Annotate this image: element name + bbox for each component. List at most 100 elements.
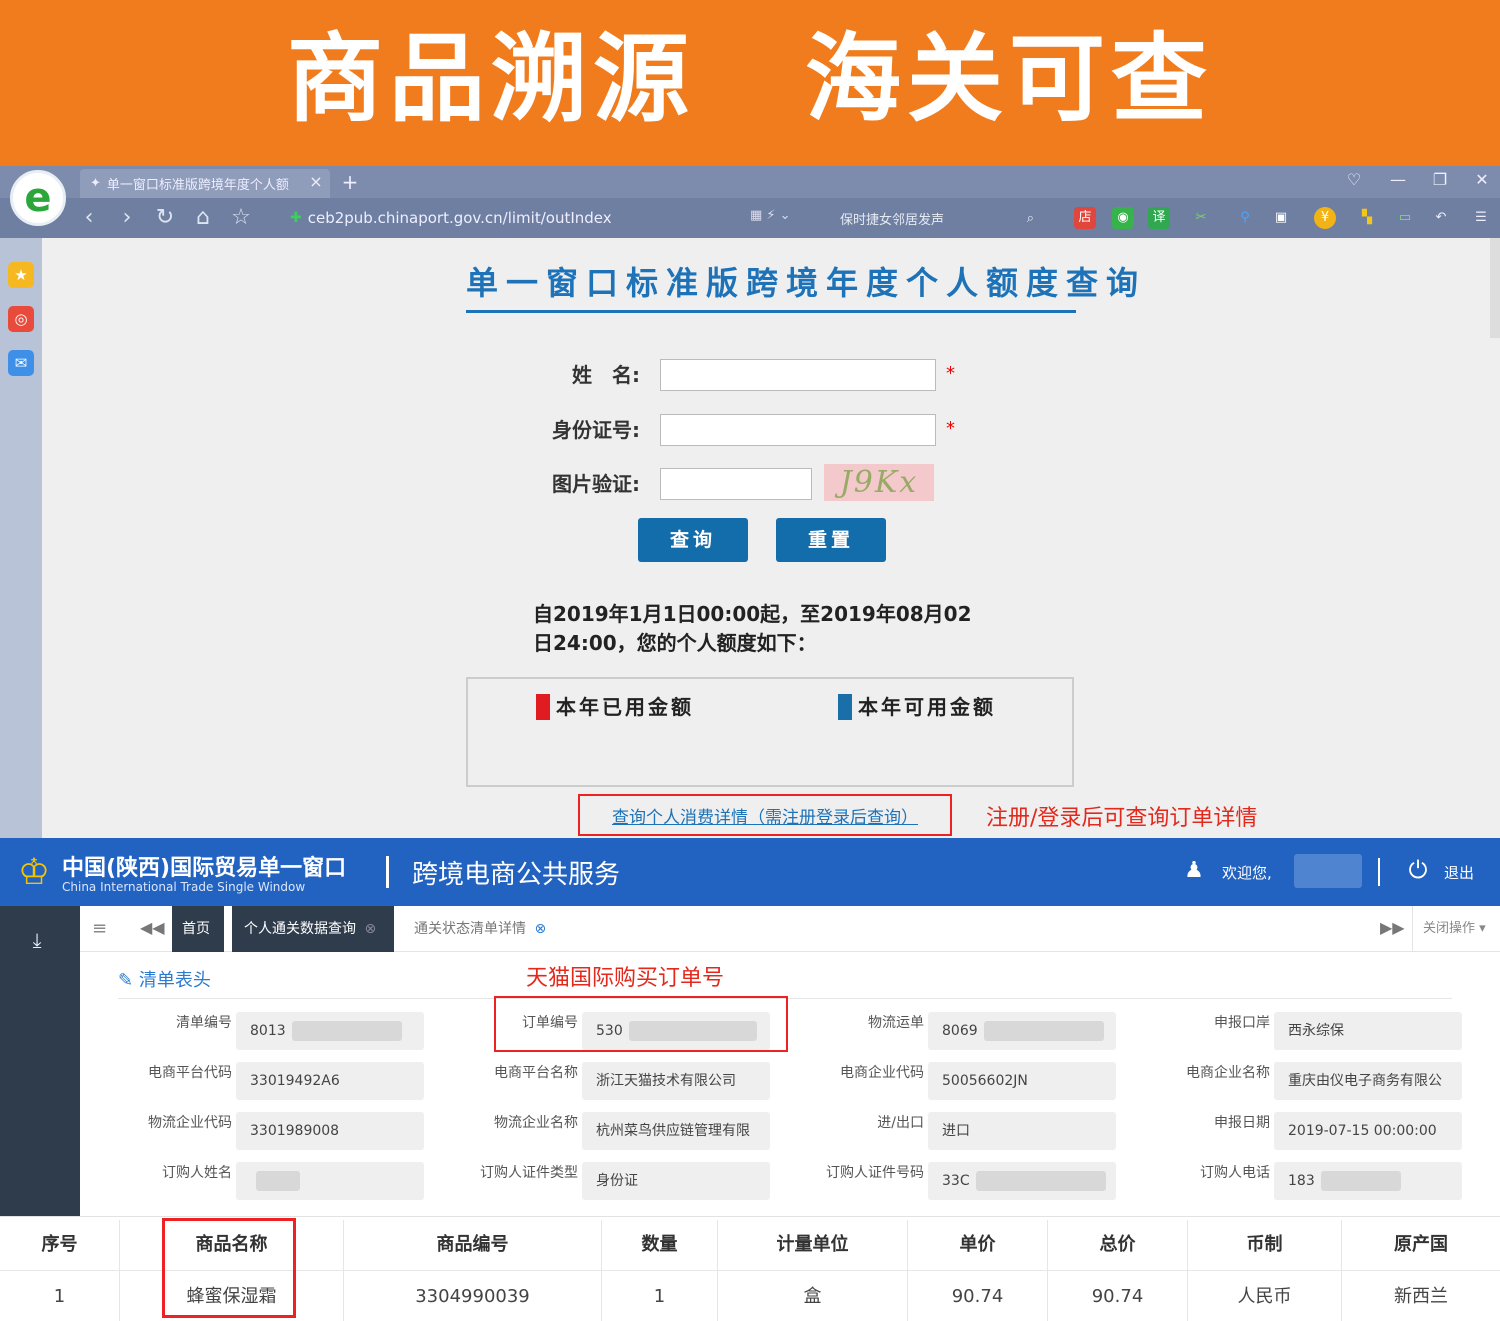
tab-close-icon[interactable]: ⊗	[534, 921, 546, 937]
table-header: 原产国	[1394, 1234, 1448, 1255]
mail-icon[interactable]: ✉	[8, 350, 34, 376]
ent-code-value: 50056602JN	[928, 1062, 1116, 1100]
table-cell: 90.74	[908, 1270, 1048, 1321]
back-icon[interactable]: ‹	[76, 205, 102, 231]
tab-status-detail[interactable]: 通关状态清单详情 ⊗	[402, 906, 562, 952]
list-no-value: 8013	[236, 1012, 424, 1050]
user-name-blurred	[1294, 854, 1362, 888]
table-header: 总价	[1048, 1220, 1188, 1270]
menu-icon[interactable]: ☰	[1470, 207, 1492, 229]
secure-icon: ✚	[290, 210, 302, 226]
weibo-icon[interactable]: ◎	[8, 306, 34, 332]
favorites-icon[interactable]: ★	[8, 262, 34, 288]
skin-icon[interactable]: ♡	[1340, 170, 1368, 194]
forward-icon[interactable]: ›	[114, 205, 140, 231]
name-required-mark: *	[946, 363, 955, 384]
close-window-icon[interactable]: ✕	[1468, 170, 1496, 194]
search-icon[interactable]: ⌕	[1027, 211, 1034, 226]
log-name-value: 杭州菜鸟供应链管理有限	[582, 1112, 770, 1150]
page-title: 单一窗口标准版跨境年度个人额度查询	[466, 264, 1147, 302]
table-header: 单价	[908, 1220, 1048, 1270]
captcha-image[interactable]: J9Kx	[824, 464, 934, 501]
used-legend-swatch	[536, 694, 550, 720]
game-ext-icon[interactable]: ▣	[1270, 207, 1292, 229]
welcome-text: 欢迎您,	[1222, 864, 1272, 882]
platform-code-label: 电商平台代码	[148, 1065, 232, 1081]
ent-code-label: 电商企业代码	[840, 1065, 924, 1081]
table-cell: 人民币	[1188, 1270, 1342, 1321]
table-cell: 3304990039	[344, 1270, 602, 1321]
new-tab-icon[interactable]: +	[340, 170, 360, 194]
coin-ext-icon[interactable]: ¥	[1314, 207, 1336, 229]
section-title-label: 清单表头	[138, 970, 211, 991]
hamburger-icon[interactable]: ≡	[92, 918, 112, 940]
quota-notice: 自2019年1月1日00:00起，至2019年08月02日24:00，您的个人额…	[533, 602, 972, 655]
tab-close-icon[interactable]: ×	[306, 172, 326, 192]
org-name-en: China International Trade Single Window	[62, 880, 306, 894]
buyer-phone-value: 183	[1274, 1162, 1462, 1200]
product-name-highlight	[162, 1218, 296, 1318]
undo-ext-icon[interactable]: ↶	[1430, 207, 1452, 229]
page-tools-icons[interactable]: ▦ ⚡ ⌄	[750, 208, 820, 228]
tab-close-icon[interactable]: ⊗	[364, 921, 376, 937]
caret-down-icon: ▾	[1479, 921, 1486, 936]
banner-title: 商品溯源 海关可查	[0, 0, 1500, 140]
io-value: 进口	[928, 1112, 1116, 1150]
search-button[interactable]: 查询	[638, 518, 748, 562]
store-ext-icon[interactable]: 店	[1074, 207, 1096, 229]
id-number-input[interactable]	[660, 414, 936, 446]
logout-link[interactable]: 退出	[1444, 862, 1494, 884]
tabs-back-icon[interactable]: ◀◀	[140, 918, 165, 940]
home-icon[interactable]: ⌂	[190, 205, 216, 231]
translate-ext-icon[interactable]: 译	[1148, 207, 1170, 229]
tab-customs-query[interactable]: 个人通关数据查询 ⊗	[232, 906, 394, 952]
detail-annotation: 注册/登录后可查询订单详情	[986, 806, 1258, 831]
restore-icon[interactable]: ❐	[1426, 170, 1454, 194]
table-header: 序号	[0, 1220, 120, 1270]
browser-tab-title: 单一窗口标准版跨境年度个人额	[106, 178, 289, 193]
org-name-cn: 中国(陕西)国际贸易单一窗口	[62, 856, 347, 881]
platform-name-value: 浙江天猫技术有限公司	[582, 1062, 770, 1100]
close-ops-dropdown[interactable]: 关闭操作 ▾	[1412, 906, 1500, 952]
reset-button[interactable]: 重置	[776, 518, 886, 562]
browser-search-box[interactable]: 保时捷女邻居发声 ⌕	[840, 204, 1040, 232]
magnifier-ext-icon[interactable]: ⚲	[1234, 207, 1256, 229]
ent-name-value: 重庆由仪电子商务有限公	[1274, 1062, 1462, 1100]
captcha-label: 图片验证:	[552, 472, 640, 496]
apps-ext-icon[interactable]: ▚	[1356, 207, 1378, 229]
log-name-label: 物流企业名称	[494, 1115, 578, 1131]
minimize-icon[interactable]: —	[1384, 170, 1412, 194]
tabs-forward-icon[interactable]: ▶▶	[1380, 918, 1405, 940]
shield-icon: ✦	[90, 176, 101, 191]
table-cell: 1	[602, 1270, 718, 1321]
wechat-ext-icon[interactable]: ◉	[1112, 207, 1134, 229]
star-icon[interactable]: ☆	[228, 205, 254, 231]
browser-tab[interactable]: ✦ 单一窗口标准版跨境年度个人额	[80, 169, 330, 198]
scissors-ext-icon[interactable]: ✂	[1190, 207, 1212, 229]
log-code-label: 物流企业代码	[148, 1115, 232, 1131]
detail-link-highlight: 查询个人消费详情（需注册登录后查询）	[578, 794, 952, 836]
section-title: ✎ 清单表头	[118, 966, 238, 992]
browser-logo-icon: e	[10, 170, 66, 226]
power-icon[interactable]: ⏻	[1404, 856, 1432, 886]
logistics-no-label: 物流运单	[868, 1015, 924, 1031]
table-header: 币制	[1188, 1220, 1342, 1270]
scrollbar[interactable]	[1490, 238, 1500, 338]
table-cell: 90.74	[1048, 1270, 1188, 1321]
refresh-icon[interactable]: ↻	[152, 205, 178, 231]
service-title: 跨境电商公共服务	[412, 860, 621, 890]
logistics-no-value: 8069	[928, 1012, 1116, 1050]
order-no-highlight	[494, 996, 788, 1052]
title-underline	[466, 310, 1076, 313]
name-input[interactable]	[660, 359, 936, 391]
buyer-id-type-label: 订购人证件类型	[480, 1165, 578, 1181]
captcha-input[interactable]	[660, 468, 812, 500]
list-no-label: 清单编号	[176, 1015, 232, 1031]
buyer-id-no-value: 33C	[928, 1162, 1116, 1200]
consumption-detail-link[interactable]: 查询个人消费详情（需注册登录后查询）	[612, 803, 918, 828]
table-header: 商品编号	[344, 1220, 602, 1270]
tab-home[interactable]: 首页	[172, 906, 224, 952]
battery-ext-icon[interactable]: ▭	[1394, 207, 1416, 229]
download-icon[interactable]: ⤓	[24, 928, 50, 954]
io-label: 进/出口	[877, 1115, 924, 1131]
